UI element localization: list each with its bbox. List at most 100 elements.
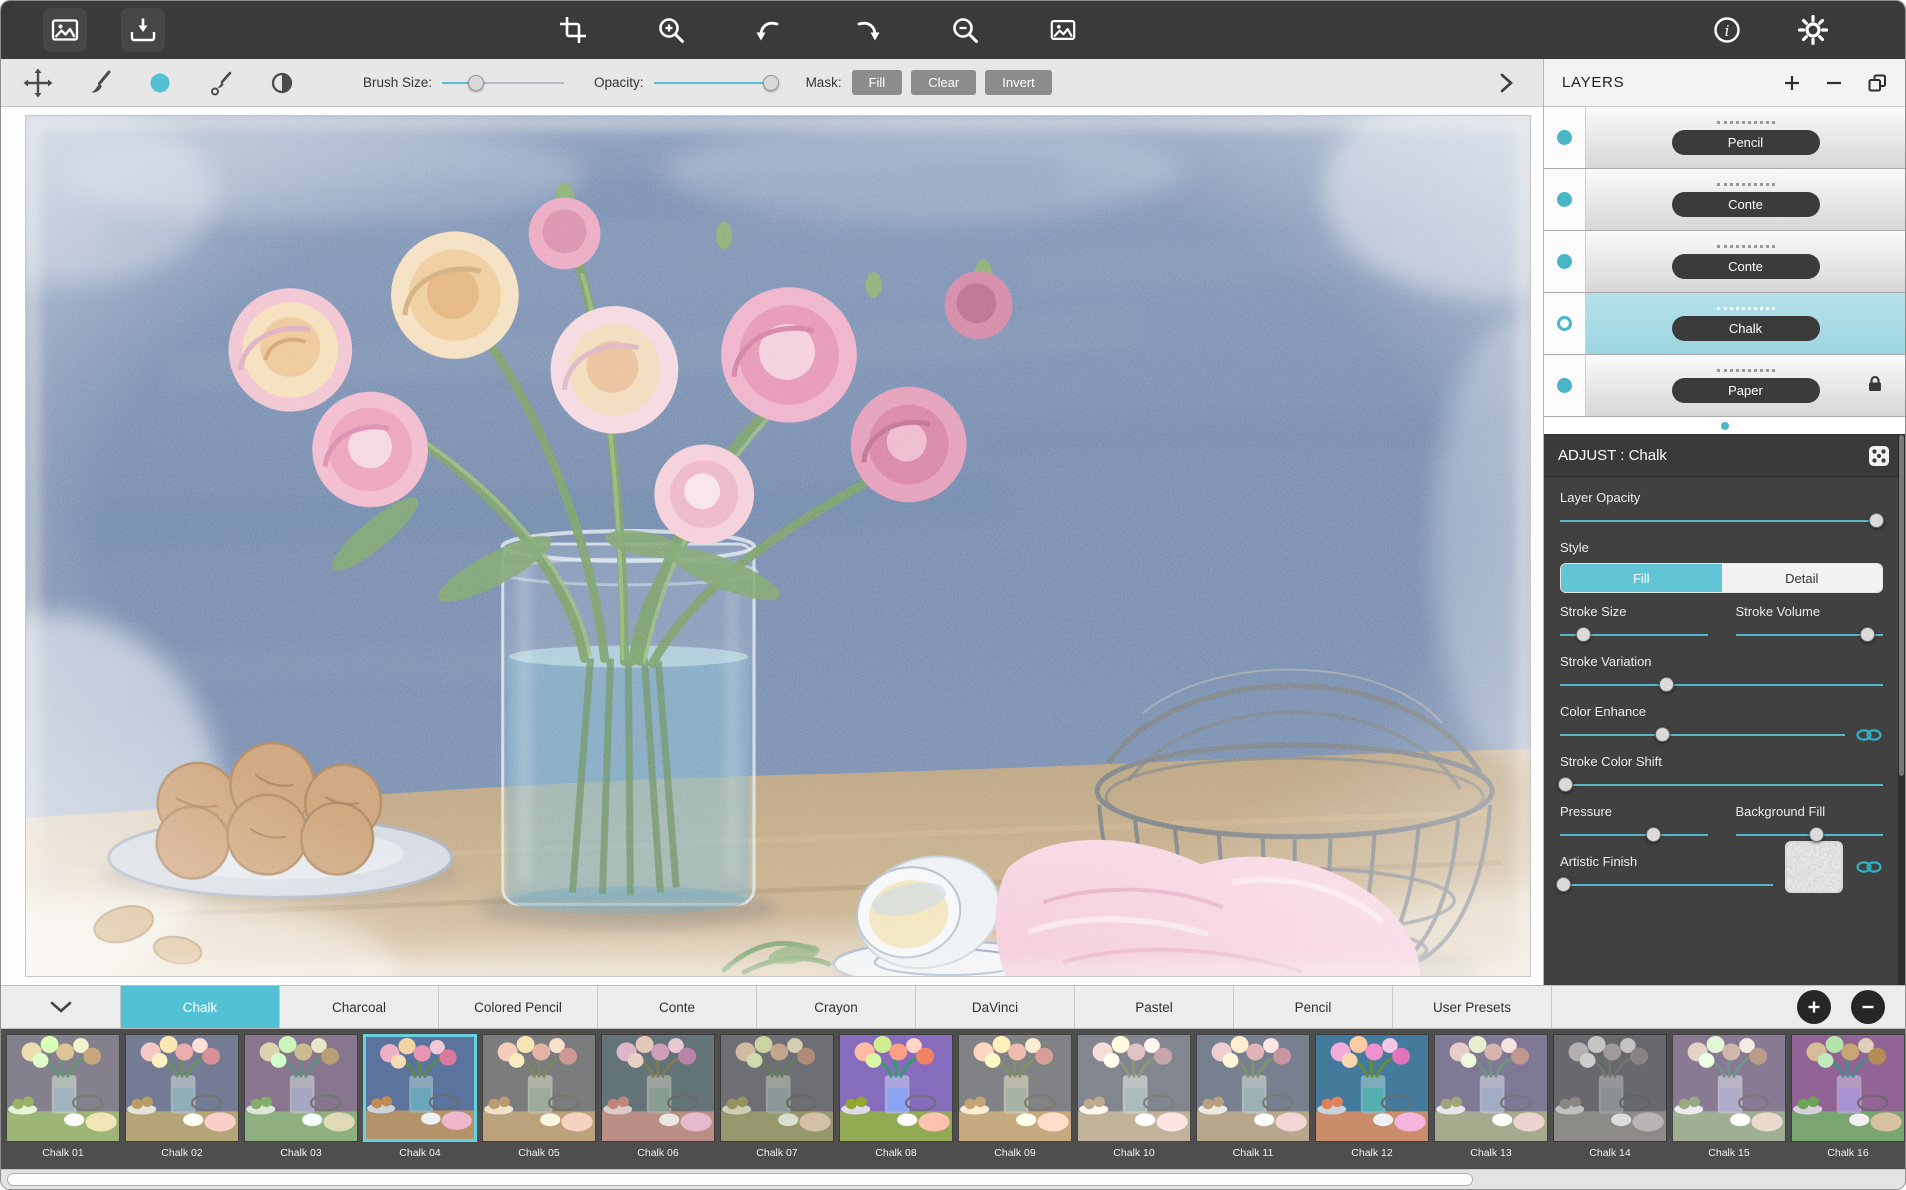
layer-name-button[interactable]: Pencil: [1672, 130, 1820, 155]
preset-thumbnail[interactable]: Chalk 03: [244, 1034, 358, 1169]
move-tool[interactable]: [21, 66, 55, 100]
settings-button[interactable]: [1791, 8, 1835, 52]
tab-chalk[interactable]: Chalk: [121, 986, 280, 1028]
preset-thumbnail[interactable]: Chalk 01: [6, 1034, 120, 1169]
layer-drag-handle[interactable]: [1717, 121, 1775, 124]
preset-thumbnail-selected[interactable]: Chalk 04: [363, 1034, 477, 1169]
undo-button[interactable]: [747, 8, 791, 52]
preset-horizontal-scrollbar[interactable]: [1, 1169, 1905, 1189]
artistic-finish-slider[interactable]: [1560, 877, 1773, 893]
preset-thumbnail[interactable]: Chalk 05: [482, 1034, 596, 1169]
toolbar-collapse-button[interactable]: [1489, 66, 1523, 100]
mask-clear-button[interactable]: Clear: [911, 70, 976, 95]
tab-colored-pencil[interactable]: Colored Pencil: [439, 986, 598, 1028]
chalk-brush-tool[interactable]: [143, 66, 177, 100]
layer-opacity-knob[interactable]: [1869, 513, 1884, 528]
brush-size-slider[interactable]: [442, 74, 564, 92]
zoom-out-button[interactable]: [943, 8, 987, 52]
preset-thumbnail[interactable]: Chalk 07: [720, 1034, 834, 1169]
zoom-in-button[interactable]: [649, 8, 693, 52]
background-fill-knob[interactable]: [1809, 827, 1824, 842]
stroke-variation-slider[interactable]: [1560, 677, 1883, 693]
layer-opacity-slider[interactable]: [1560, 513, 1883, 529]
adjust-scrollbar[interactable]: [1898, 435, 1905, 985]
blend-tool[interactable]: [265, 66, 299, 100]
opacity-knob[interactable]: [763, 75, 779, 91]
link-icon[interactable]: [1855, 859, 1883, 875]
layer-drag-handle[interactable]: [1717, 369, 1775, 372]
tab-user-presets[interactable]: User Presets: [1393, 986, 1552, 1028]
stroke-size-slider[interactable]: [1560, 627, 1708, 643]
layer-visibility-toggle[interactable]: [1544, 107, 1586, 168]
pressure-slider[interactable]: [1560, 827, 1708, 843]
layer-drag-handle[interactable]: [1717, 245, 1775, 248]
layer-name-button[interactable]: Conte: [1672, 192, 1820, 217]
save-button[interactable]: [121, 8, 165, 52]
crop-button[interactable]: [551, 8, 595, 52]
tab-pencil[interactable]: Pencil: [1234, 986, 1393, 1028]
detail-brush-tool[interactable]: [204, 66, 238, 100]
link-icon[interactable]: [1855, 727, 1883, 743]
style-fill-button[interactable]: Fill: [1561, 564, 1722, 592]
remove-layer-button[interactable]: [1825, 74, 1843, 92]
remove-preset-button[interactable]: [1851, 990, 1885, 1024]
brush-tool[interactable]: [82, 66, 116, 100]
canvas-image[interactable]: [25, 115, 1531, 977]
tab-davinci[interactable]: DaVinci: [916, 986, 1075, 1028]
mask-fill-button[interactable]: Fill: [852, 70, 903, 95]
layer-visibility-toggle[interactable]: [1544, 293, 1586, 354]
color-enhance-knob[interactable]: [1655, 727, 1670, 742]
preset-thumbnail[interactable]: Chalk 06: [601, 1034, 715, 1169]
layer-visibility-toggle[interactable]: [1544, 169, 1586, 230]
add-preset-button[interactable]: [1797, 990, 1831, 1024]
tab-crayon[interactable]: Crayon: [757, 986, 916, 1028]
preset-thumbnail[interactable]: Chalk 08: [839, 1034, 953, 1169]
stroke-size-knob[interactable]: [1576, 627, 1591, 642]
preset-thumbnail[interactable]: Chalk 02: [125, 1034, 239, 1169]
layer-drag-handle[interactable]: [1717, 183, 1775, 186]
background-fill-slider[interactable]: [1736, 827, 1884, 843]
redo-button[interactable]: [845, 8, 889, 52]
stroke-volume-knob[interactable]: [1860, 627, 1875, 642]
layer-visibility-toggle[interactable]: [1544, 231, 1586, 292]
brush-size-knob[interactable]: [468, 75, 484, 91]
layer-name-button[interactable]: Chalk: [1672, 316, 1820, 341]
layer-name-button[interactable]: Paper: [1672, 378, 1820, 403]
tab-conte[interactable]: Conte: [598, 986, 757, 1028]
preset-scrollbar-thumb[interactable]: [7, 1173, 1473, 1186]
artistic-finish-texture-thumbnail[interactable]: [1785, 841, 1843, 893]
style-detail-button[interactable]: Detail: [1722, 564, 1883, 592]
layer-row-paper[interactable]: Paper: [1544, 355, 1905, 417]
preset-thumbnail[interactable]: Chalk 16: [1791, 1034, 1905, 1169]
stroke-color-shift-knob[interactable]: [1558, 777, 1573, 792]
preset-thumbnail[interactable]: Chalk 10: [1077, 1034, 1191, 1169]
adjust-scrollbar-thumb[interactable]: [1899, 435, 1904, 776]
layer-row-pencil[interactable]: Pencil: [1544, 107, 1905, 169]
preset-thumbnail[interactable]: Chalk 09: [958, 1034, 1072, 1169]
layer-drag-handle[interactable]: [1717, 307, 1775, 310]
opacity-slider[interactable]: [654, 74, 776, 92]
tab-charcoal[interactable]: Charcoal: [280, 986, 439, 1028]
randomize-button[interactable]: [1867, 444, 1891, 468]
pressure-knob[interactable]: [1646, 827, 1661, 842]
layer-visibility-toggle[interactable]: [1544, 355, 1586, 416]
layer-row-conte-2[interactable]: Conte: [1544, 231, 1905, 293]
preset-thumbnail[interactable]: Chalk 15: [1672, 1034, 1786, 1169]
color-enhance-slider[interactable]: [1560, 727, 1845, 743]
tab-pastel[interactable]: Pastel: [1075, 986, 1234, 1028]
mask-invert-button[interactable]: Invert: [985, 70, 1052, 95]
open-photo-button[interactable]: [43, 8, 87, 52]
preset-thumbnail[interactable]: Chalk 12: [1315, 1034, 1429, 1169]
preset-thumbnail[interactable]: Chalk 11: [1196, 1034, 1310, 1169]
stroke-variation-knob[interactable]: [1659, 677, 1674, 692]
image-view-button[interactable]: [1041, 8, 1085, 52]
layer-name-button[interactable]: Conte: [1672, 254, 1820, 279]
stroke-color-shift-slider[interactable]: [1560, 777, 1883, 793]
preset-thumbnail[interactable]: Chalk 14: [1553, 1034, 1667, 1169]
stroke-volume-slider[interactable]: [1736, 627, 1884, 643]
collapse-presets-button[interactable]: [1, 986, 121, 1028]
layer-row-chalk[interactable]: Chalk: [1544, 293, 1905, 355]
add-layer-button[interactable]: [1783, 74, 1801, 92]
duplicate-layer-button[interactable]: [1867, 73, 1887, 93]
artistic-finish-knob[interactable]: [1556, 877, 1571, 892]
